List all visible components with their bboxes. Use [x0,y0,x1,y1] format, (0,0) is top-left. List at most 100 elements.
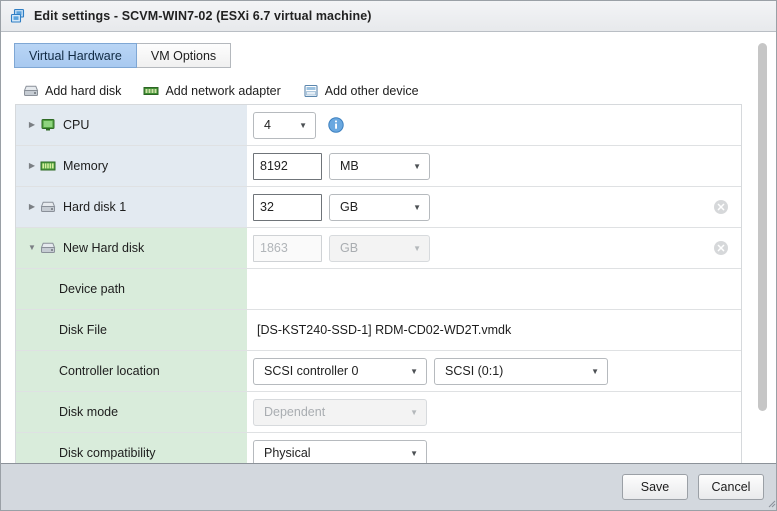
disk-mode-value: Dependent [264,405,326,419]
memory-label: Memory [63,159,109,173]
device-table: ▶ CPU 4 ▼ ▶ Memory 8192 MB ▼ ▶ Hard disk… [15,104,742,466]
disk-compatibility-label-cell: Disk compatibility [16,433,242,466]
chevron-down-icon: ▼ [413,202,421,212]
tab-virtual-hardware[interactable]: Virtual Hardware [14,43,137,68]
remove-hard-disk-1-button[interactable] [713,199,729,215]
controller-location-value-cell: SCSI controller 0 ▼ SCSI (0:1) ▼ [242,351,741,391]
controller-select[interactable]: SCSI controller 0 ▼ [253,357,427,385]
memory-label-cell: ▶ Memory [16,146,242,186]
new-hard-disk-label: New Hard disk [63,241,145,255]
disk-compatibility-label: Disk compatibility [59,446,156,460]
device-path-value-cell [242,269,741,309]
table-row-disk-compatibility: Disk compatibility Physical ▼ [16,433,741,466]
tab-vm-options[interactable]: VM Options [136,43,232,68]
table-row-hard-disk-1: ▶ Hard disk 1 GB ▼ [16,187,741,228]
window-title: Edit settings - SCVM-WIN7-02 (ESXi 6.7 v… [34,9,372,23]
chevron-down-icon: ▼ [413,243,421,253]
memory-unit-value: MB [340,159,359,173]
new-hard-disk-unit-select[interactable]: GB ▼ [329,234,430,262]
disk-compatibility-value-cell: Physical ▼ [242,433,741,466]
controller-select-value: SCSI controller 0 [264,364,359,378]
chevron-down-icon: ▼ [299,120,307,130]
table-row-device-path: Device path [16,269,741,310]
chevron-down-icon: ▼ [410,448,418,458]
tab-virtual-hardware-label: Virtual Hardware [29,48,122,63]
table-row-memory: ▶ Memory MB ▼ [16,146,741,187]
hard-disk-1-unit-value: GB [340,200,359,214]
controller-location-label-cell: Controller location [16,351,242,391]
hard-disk-1-label-cell: ▶ Hard disk 1 [16,187,242,227]
tab-vm-options-label: VM Options [150,48,217,63]
add-other-device-button[interactable]: Add other device [303,84,419,98]
memory-unit-select[interactable]: MB ▼ [329,152,430,180]
edit-settings-dialog: Edit settings - SCVM-WIN7-02 (ESXi 6.7 v… [0,0,777,511]
new-hard-disk-unit-value: GB [340,241,359,255]
cpu-count-select[interactable]: 4 ▼ [253,111,316,139]
table-row-new-hard-disk: ▼ New Hard disk GB ▼ [16,228,741,269]
disk-mode-select[interactable]: Dependent ▼ [253,398,427,426]
hard-disk-icon [40,241,56,255]
save-button[interactable]: Save [622,474,688,500]
disk-mode-value-cell: Dependent ▼ [242,392,741,432]
add-network-adapter-button[interactable]: Add network adapter [143,84,281,98]
add-network-adapter-label: Add network adapter [165,84,281,98]
controller-location-label: Controller location [59,364,160,378]
remove-new-hard-disk-button[interactable] [713,240,729,256]
table-row-controller-location: Controller location SCSI controller 0 ▼ … [16,351,741,392]
cpu-value-cell: 4 ▼ [242,105,741,145]
virtual-machine-icon [9,7,27,25]
cpu-label-cell: ▶ CPU [16,105,242,145]
hard-disk-1-label: Hard disk 1 [63,200,127,214]
hard-disk-1-unit-select[interactable]: GB ▼ [329,193,430,221]
chevron-right-icon[interactable]: ▶ [26,162,38,170]
disk-file-label-cell: Disk File [16,310,242,350]
other-device-icon [303,84,319,98]
new-hard-disk-size-input[interactable] [253,234,322,262]
controller-node-select[interactable]: SCSI (0:1) ▼ [434,357,608,385]
table-row-disk-file: Disk File [DS-KST240-SSD-1] RDM-CD02-WD2… [16,310,741,351]
cpu-label: CPU [63,118,90,132]
disk-compatibility-value: Physical [264,446,311,460]
chevron-down-icon: ▼ [591,366,599,376]
disk-file-value: [DS-KST240-SSD-1] RDM-CD02-WD2T.vmdk [257,323,512,337]
tab-bar: Virtual Hardware VM Options [14,43,232,68]
chevron-down-icon: ▼ [410,366,418,376]
memory-value-cell: MB ▼ [242,146,741,186]
chevron-down-icon: ▼ [410,407,418,417]
table-row-cpu: ▶ CPU 4 ▼ [16,105,741,146]
hard-disk-icon [40,200,56,214]
save-button-label: Save [640,480,670,494]
chevron-down-icon: ▼ [413,161,421,171]
info-icon[interactable] [328,117,344,133]
title-bar: Edit settings - SCVM-WIN7-02 (ESXi 6.7 v… [1,1,776,32]
cpu-monitor-icon [40,118,56,132]
cancel-button-label: Cancel [711,480,751,494]
add-hard-disk-label: Add hard disk [45,84,122,98]
chevron-right-icon[interactable]: ▶ [26,121,38,129]
new-hard-disk-label-cell: ▼ New Hard disk [16,228,242,268]
add-hard-disk-button[interactable]: Add hard disk [23,84,121,98]
disk-file-label: Disk File [59,323,107,337]
new-hard-disk-value-cell: GB ▼ [242,228,741,268]
controller-node-value: SCSI (0:1) [445,364,504,378]
device-path-label-cell: Device path [16,269,242,309]
memory-module-icon [40,159,56,173]
chevron-right-icon[interactable]: ▶ [26,203,38,211]
memory-size-input[interactable] [253,152,322,180]
disk-file-value-cell: [DS-KST240-SSD-1] RDM-CD02-WD2T.vmdk [242,310,741,350]
chevron-down-icon[interactable]: ▼ [26,244,38,252]
resize-grip[interactable] [764,496,776,508]
device-path-label: Device path [59,282,126,296]
disk-mode-label-cell: Disk mode [16,392,242,432]
device-toolbar: Add hard disk Add network adapter Add ot… [23,81,441,101]
vertical-scrollbar-track[interactable] [756,34,769,464]
cancel-button[interactable]: Cancel [698,474,764,500]
vertical-scrollbar-thumb[interactable] [758,43,767,411]
hard-disk-1-value-cell: GB ▼ [242,187,741,227]
hard-disk-icon [23,84,39,98]
hard-disk-1-size-input[interactable] [253,193,322,221]
table-row-disk-mode: Disk mode Dependent ▼ [16,392,741,433]
add-other-device-label: Add other device [324,84,419,98]
network-adapter-icon [143,84,159,98]
disk-mode-label: Disk mode [59,405,119,419]
